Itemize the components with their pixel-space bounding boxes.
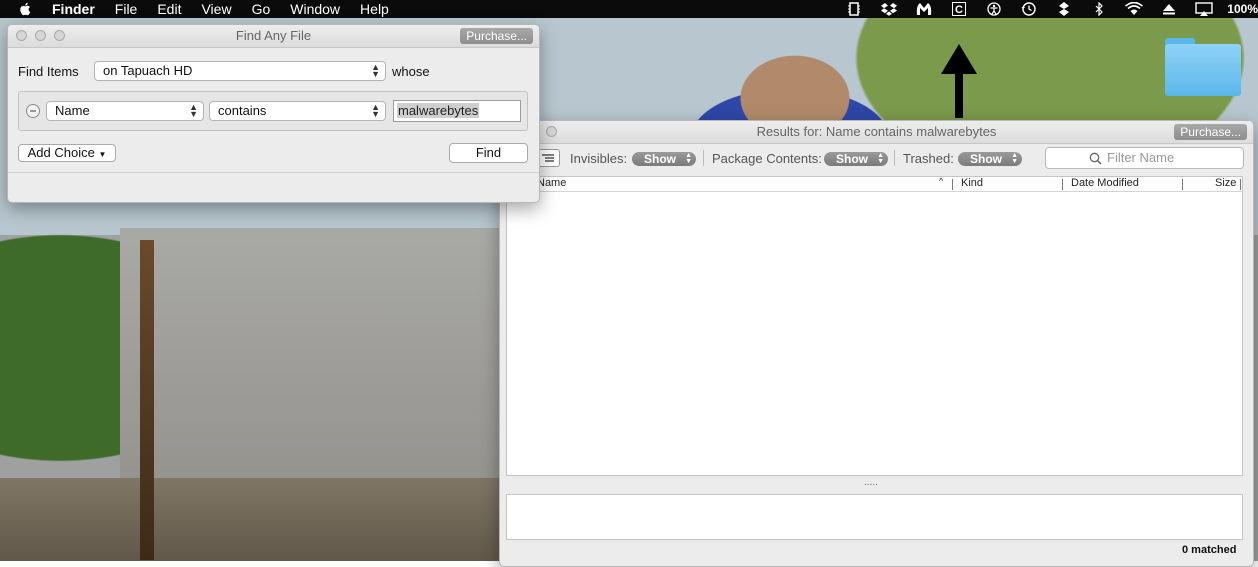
bluetooth-icon[interactable] xyxy=(1090,2,1108,16)
list-options-icon xyxy=(542,154,554,162)
package-contents-toggle[interactable]: Show ▲ ▼ xyxy=(824,152,888,166)
trashed-label: Trashed: xyxy=(903,151,954,166)
sort-ascending-icon: ^ xyxy=(939,176,944,186)
zoom-window-button[interactable] xyxy=(54,30,65,41)
time-machine-icon[interactable] xyxy=(1020,2,1038,16)
find-button-label: Find xyxy=(475,145,502,160)
svg-text:C: C xyxy=(955,4,963,16)
menu-file[interactable]: File xyxy=(115,0,138,18)
toolbar-divider xyxy=(894,150,895,166)
invisibles-value: Show xyxy=(644,152,676,166)
memory-chip-icon[interactable] xyxy=(845,2,863,16)
column-name[interactable]: Name xyxy=(537,177,566,189)
criteria-field-select[interactable]: Name ▲ ▼ xyxy=(46,101,204,121)
criteria-operator-value: contains xyxy=(218,103,267,118)
package-contents-label: Package Contents: xyxy=(712,151,822,166)
matched-count: 0 matched xyxy=(1182,544,1237,556)
apple-icon[interactable] xyxy=(18,2,32,16)
updown-icon: ▲ ▼ xyxy=(877,152,884,165)
trashed-toggle[interactable]: Show ▲ ▼ xyxy=(958,152,1022,166)
criteria-operator-select[interactable]: contains ▲ ▼ xyxy=(209,101,386,121)
menu-edit[interactable]: Edit xyxy=(157,0,181,18)
updown-icon: ▲ ▼ xyxy=(1011,152,1018,165)
column-separator xyxy=(1182,179,1183,190)
minimize-window-button[interactable] xyxy=(35,30,46,41)
menu-help[interactable]: Help xyxy=(360,0,389,18)
desktop-folder-icon[interactable] xyxy=(1165,38,1241,96)
airplay-icon[interactable] xyxy=(1195,2,1213,16)
split-view-handle[interactable]: ..... xyxy=(864,477,878,488)
tiki-torch xyxy=(140,240,154,560)
table-header: Name ^ Kind Date Modified Size xyxy=(507,176,1242,192)
add-choice-label: Add Choice xyxy=(27,145,95,160)
criteria-row: Name ▲ ▼ contains ▲ ▼ malwarebytes xyxy=(18,91,528,131)
divider xyxy=(8,172,539,173)
results-window: Results for: Name contains malwarebytes … xyxy=(499,120,1254,567)
column-separator xyxy=(952,179,953,190)
results-purchase-button[interactable]: Purchase... xyxy=(1174,124,1247,140)
arrow-up-annotation xyxy=(941,44,977,118)
dropbox-icon[interactable] xyxy=(880,2,898,16)
criteria-value-text: malwarebytes xyxy=(397,103,480,118)
menu-finder[interactable]: Finder xyxy=(52,0,95,18)
add-choice-button[interactable]: Add Choice ▼ xyxy=(18,144,116,162)
ground-photo-area xyxy=(0,478,520,561)
find-window-title: Find Any File xyxy=(235,28,312,43)
eject-icon[interactable] xyxy=(1160,2,1178,16)
dropdown-arrow-icon: ▼ xyxy=(98,150,107,159)
battery-percentage[interactable]: 100% xyxy=(1227,2,1258,16)
updown-icon: ▲ ▼ xyxy=(371,102,380,119)
menu-bar: Finder File Edit View Go Window Help C 1… xyxy=(0,0,1258,18)
column-separator xyxy=(1240,179,1241,190)
menu-view[interactable]: View xyxy=(201,0,231,18)
minus-icon xyxy=(30,110,36,112)
find-items-label: Find Items xyxy=(18,64,79,79)
column-kind[interactable]: Kind xyxy=(961,177,983,189)
status-items: C 100% xyxy=(828,0,1258,18)
package-contents-value: Show xyxy=(836,152,868,166)
find-titlebar[interactable]: Find Any File Purchase... xyxy=(8,25,539,48)
menu-window[interactable]: Window xyxy=(290,0,340,18)
updown-icon: ▲ ▼ xyxy=(371,62,380,79)
find-purchase-button[interactable]: Purchase... xyxy=(460,28,533,44)
invisibles-toggle[interactable]: Show ▲ ▼ xyxy=(632,152,696,166)
column-size[interactable]: Size xyxy=(1215,177,1236,189)
location-select[interactable]: on Tapuach HD ▲ ▼ xyxy=(94,61,386,81)
criteria-value-input[interactable]: malwarebytes xyxy=(393,100,521,122)
zoom-window-button[interactable] xyxy=(546,126,557,137)
filter-placeholder: Filter Name xyxy=(1107,150,1175,165)
find-button[interactable]: Find xyxy=(449,143,528,163)
criteria-field-value: Name xyxy=(55,103,90,118)
detail-pane xyxy=(506,494,1243,540)
location-value: on Tapuach HD xyxy=(103,63,193,78)
invisibles-label: Invisibles: xyxy=(570,151,628,166)
filter-name-field[interactable]: Filter Name xyxy=(1045,147,1244,169)
toolbar-divider xyxy=(703,150,704,166)
column-separator xyxy=(1062,179,1063,190)
c-app-icon[interactable]: C xyxy=(950,2,968,16)
sync-app-icon[interactable] xyxy=(1055,2,1073,16)
whose-label: whose xyxy=(392,64,430,79)
results-window-title: Results for: Name contains malwarebytes xyxy=(756,124,997,139)
trashed-value: Show xyxy=(970,152,1002,166)
results-titlebar[interactable]: Results for: Name contains malwarebytes … xyxy=(500,121,1253,144)
column-date-modified[interactable]: Date Modified xyxy=(1071,177,1139,189)
remove-criterion-button[interactable] xyxy=(26,104,40,118)
wifi-icon[interactable] xyxy=(1125,2,1144,16)
find-window: Find Any File Purchase... Find Items on … xyxy=(7,24,540,203)
updown-icon: ▲ ▼ xyxy=(189,102,198,119)
results-table[interactable]: Name ^ Kind Date Modified Size xyxy=(506,176,1243,476)
search-icon xyxy=(1089,152,1102,165)
close-window-button[interactable] xyxy=(16,30,27,41)
menu-go[interactable]: Go xyxy=(252,0,271,18)
accessibility-icon[interactable] xyxy=(985,2,1003,16)
updown-icon: ▲ ▼ xyxy=(685,152,692,165)
malwarebytes-icon[interactable] xyxy=(915,2,933,16)
